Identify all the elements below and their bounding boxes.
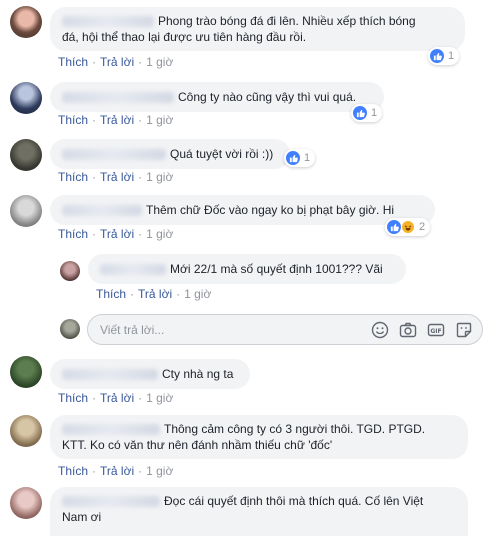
reply-link[interactable]: Trả lời — [100, 391, 134, 405]
like-reaction-icon — [387, 220, 401, 234]
like-link[interactable]: Thích — [58, 391, 88, 405]
timestamp[interactable]: 1 giờ — [146, 464, 173, 478]
comment-text-cont: đá, hội thể thao lại được ưu tiên hàng đ… — [62, 30, 307, 44]
reply-link[interactable]: Trả lời — [138, 287, 172, 301]
like-link[interactable]: Thích — [58, 170, 88, 184]
comment-text: Thêm chữ Đốc vào ngay ko bị phạt bây giờ… — [146, 203, 395, 217]
reply-link[interactable]: Trả lời — [100, 170, 134, 184]
reply-input[interactable] — [98, 322, 352, 338]
commenter-name[interactable] — [62, 424, 160, 436]
reply-input-box[interactable]: GIF — [87, 314, 483, 345]
sticker-icon[interactable] — [455, 321, 473, 339]
svg-text:GIF: GIF — [430, 328, 441, 335]
comment-text: Cty nhà ng ta — [162, 367, 234, 381]
avatar[interactable] — [10, 356, 42, 388]
comment-actions: Thích · Trả lời · 1 giờ — [58, 227, 174, 241]
like-reaction-icon — [353, 106, 367, 120]
commenter-name[interactable] — [62, 92, 174, 104]
avatar[interactable] — [60, 261, 80, 281]
reaction-count: 1 — [448, 50, 455, 62]
comment-bubble: Cty nhà ng ta — [50, 359, 250, 389]
comment-text: Công ty nào cũng vậy thì vui quá. — [178, 90, 357, 104]
commenter-name[interactable] — [62, 369, 158, 381]
reaction-count: 1 — [371, 107, 378, 119]
commenter-name[interactable] — [62, 496, 160, 508]
comment-bubble: Thông cảm công ty có 3 người thôi. TGD. … — [50, 415, 468, 459]
timestamp[interactable]: 1 giờ — [146, 391, 173, 405]
reaction-badge[interactable]: 2 — [385, 218, 431, 236]
commenter-name[interactable] — [62, 16, 154, 28]
comment-actions: Thích · Trả lời · 1 giờ — [58, 391, 174, 405]
timestamp[interactable]: 1 giờ — [146, 113, 173, 127]
emoji-icon[interactable] — [371, 321, 389, 339]
reply-bubble: Mới 22/1 mà số quyết định 1001??? Vãi — [88, 254, 406, 284]
comment-bubble: Thêm chữ Đốc vào ngay ko bị phạt bây giờ… — [50, 195, 435, 225]
comment-text: Thông cảm công ty có 3 người thôi. TGD. … — [164, 422, 426, 436]
reaction-badge[interactable]: 1 — [351, 104, 383, 122]
reaction-count: 1 — [304, 152, 311, 164]
like-link[interactable]: Thích — [96, 287, 126, 301]
comment-bubble: Công ty nào cũng vậy thì vui quá. — [50, 82, 384, 112]
timestamp[interactable]: 1 giờ — [146, 170, 173, 184]
commenter-name[interactable] — [62, 149, 166, 161]
like-link[interactable]: Thích — [58, 464, 88, 478]
commenter-name[interactable] — [100, 264, 166, 276]
camera-icon[interactable] — [399, 321, 417, 339]
timestamp[interactable]: 1 giờ — [146, 227, 173, 241]
haha-reaction-icon — [401, 220, 415, 234]
comment-text: Đọc cái quyết định thôi mà thích quá. Cố… — [164, 494, 424, 508]
reaction-badge[interactable]: 1 — [428, 47, 460, 65]
like-link[interactable]: Thích — [58, 227, 88, 241]
reaction-count: 2 — [419, 221, 426, 233]
reply-link[interactable]: Trả lời — [100, 55, 134, 69]
comment-bubble: Đọc cái quyết định thôi mà thích quá. Cố… — [50, 487, 468, 536]
avatar[interactable] — [10, 139, 42, 171]
comment-bubble: Phong trào bóng đá đi lên. Nhiều xếp thí… — [50, 7, 465, 51]
comment-bubble: Quá tuyệt vời rồi :)) — [50, 139, 290, 169]
comment-text-cont: Nam ơi — [62, 510, 102, 524]
gif-icon[interactable]: GIF — [427, 321, 445, 339]
timestamp[interactable]: 1 giờ — [146, 55, 173, 69]
reply-actions: Thích · Trả lời · 1 giờ — [96, 287, 212, 301]
avatar[interactable] — [10, 82, 42, 114]
like-link[interactable]: Thích — [58, 55, 88, 69]
reply-link[interactable]: Trả lời — [100, 113, 134, 127]
comment-text: Quá tuyệt vời rồi :)) — [170, 147, 274, 161]
reaction-badge[interactable]: 1 — [284, 149, 316, 167]
avatar[interactable] — [10, 415, 42, 447]
reply-link[interactable]: Trả lời — [100, 464, 134, 478]
avatar[interactable] — [10, 195, 42, 227]
avatar[interactable] — [10, 6, 42, 38]
comment-actions: Thích · Trả lời · 1 giờ — [58, 113, 174, 127]
current-user-avatar — [60, 319, 80, 339]
like-link[interactable]: Thích — [58, 113, 88, 127]
comment-text: Phong trào bóng đá đi lên. Nhiều xếp thí… — [158, 14, 416, 28]
avatar[interactable] — [10, 487, 42, 519]
reply-link[interactable]: Trả lời — [100, 227, 134, 241]
timestamp[interactable]: 1 giờ — [184, 287, 211, 301]
like-reaction-icon — [286, 151, 300, 165]
like-reaction-icon — [430, 49, 444, 63]
commenter-name[interactable] — [62, 205, 142, 217]
reply-text: Mới 22/1 mà số quyết định 1001??? Vãi — [170, 262, 383, 276]
comment-actions: Thích · Trả lời · 1 giờ — [58, 170, 174, 184]
comment-actions: Thích · Trả lời · 1 giờ — [58, 55, 174, 69]
comment-text-cont: KTT. Ko có văn thư nên đánh nhầm thiếu c… — [62, 438, 333, 452]
comment-actions: Thích · Trả lời · 1 giờ — [58, 464, 174, 478]
